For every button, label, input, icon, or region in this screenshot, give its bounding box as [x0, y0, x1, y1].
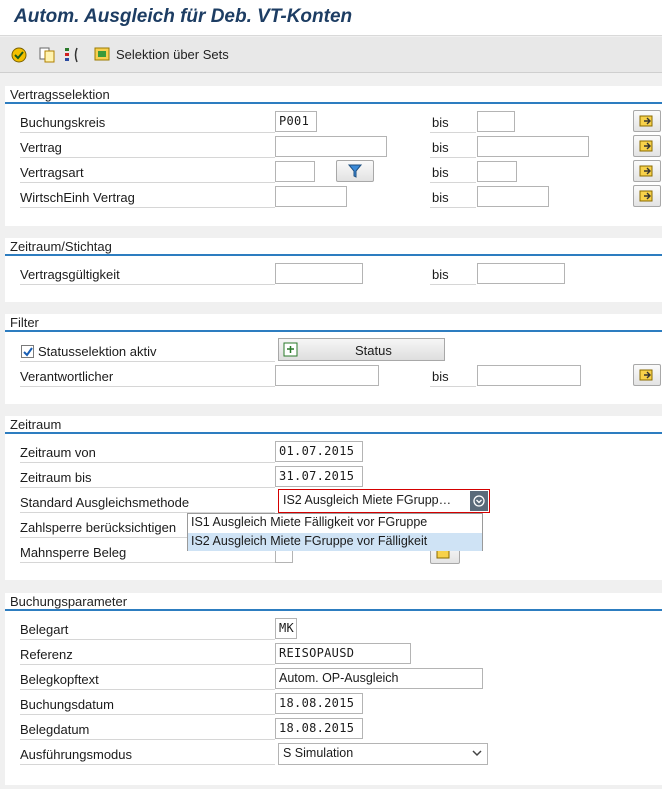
- statusselektion-checkbox[interactable]: [21, 345, 34, 358]
- belegdatum-input[interactable]: 18.08.2015: [275, 718, 363, 739]
- verantwortlicher-from-input[interactable]: [275, 365, 379, 386]
- arrow-right-icon: [639, 369, 653, 381]
- label-referenz: Referenz: [20, 644, 275, 665]
- label-vertragsgueltigkeit: Vertragsgültigkeit: [20, 264, 275, 285]
- arrow-right-icon: [639, 115, 653, 127]
- bis-label: bis: [430, 187, 476, 208]
- buchungsdatum-input[interactable]: 18.08.2015: [275, 693, 363, 714]
- vertrag-to-input[interactable]: [477, 136, 589, 157]
- group-header: Zeitraum/Stichtag: [5, 238, 662, 256]
- ausgleichsmethode-options: IS1 Ausgleich Miete Fälligkeit vor FGrup…: [187, 513, 483, 551]
- label-statusselektion: Statusselektion aktiv: [20, 341, 275, 362]
- zeitraum-bis-input[interactable]: 31.07.2015: [275, 466, 363, 487]
- option-is2[interactable]: IS2 Ausgleich Miete FGruppe vor Fälligke…: [188, 533, 482, 551]
- label-zeitraum-von: Zeitraum von: [20, 442, 275, 463]
- arrow-right-icon: [639, 165, 653, 177]
- vertragsgueltigkeit-from-input[interactable]: [275, 263, 363, 284]
- zeitraum-von-input[interactable]: 01.07.2015: [275, 441, 363, 462]
- vertragsgueltigkeit-to-input[interactable]: [477, 263, 565, 284]
- label-buchungsdatum: Buchungsdatum: [20, 694, 275, 715]
- toolbar: Selektion über Sets: [0, 37, 662, 73]
- multiple-selection-button[interactable]: [633, 364, 661, 386]
- group-header: Vertragsselektion: [5, 86, 662, 104]
- selection-options-icon[interactable]: [64, 46, 82, 64]
- bis-label: bis: [430, 162, 476, 183]
- multiple-selection-button[interactable]: [633, 185, 661, 207]
- sets-icon[interactable]: [94, 46, 112, 64]
- option-is1[interactable]: IS1 Ausgleich Miete Fälligkeit vor FGrup…: [188, 514, 482, 532]
- belegart-input[interactable]: MK: [275, 618, 297, 639]
- vertrag-from-input[interactable]: [275, 136, 387, 157]
- group-filter: Filter Statusselektion aktiv Status Vera…: [5, 314, 662, 404]
- vertragsart-to-input[interactable]: [477, 161, 517, 182]
- multiple-selection-button[interactable]: [633, 160, 661, 182]
- group-buchungsparameter: Buchungsparameter Belegart MK Referenz R…: [5, 593, 662, 785]
- chevron-down-icon[interactable]: [470, 491, 488, 511]
- arrow-right-icon: [639, 190, 653, 202]
- bis-label: bis: [430, 112, 476, 133]
- label-vertrag: Vertrag: [20, 137, 275, 158]
- label-belegart: Belegart: [20, 619, 275, 640]
- group-zeitraum-stichtag: Zeitraum/Stichtag Vertragsgültigkeit bis: [5, 238, 662, 302]
- execute-icon[interactable]: [10, 46, 28, 64]
- label-vertragsart: Vertragsart: [20, 162, 275, 183]
- label-belegkopftext: Belegkopftext: [20, 669, 275, 690]
- page-title: Autom. Ausgleich für Deb. VT-Konten: [14, 6, 353, 27]
- label-verantwortlicher: Verantwortlicher: [20, 366, 275, 387]
- copy-variant-icon[interactable]: [38, 46, 56, 64]
- multiple-selection-button[interactable]: [633, 135, 661, 157]
- vertragsart-from-input[interactable]: [275, 161, 315, 182]
- label-ausfuehrungsmodus: Ausführungsmodus: [20, 744, 275, 765]
- title-bar: Autom. Ausgleich für Deb. VT-Konten: [0, 0, 662, 36]
- ausgleichsmethode-dropdown[interactable]: IS2 Ausgleich Miete FGrupp…: [278, 489, 490, 513]
- group-vertragsselektion: Vertragsselektion Buchungskreis P001 bis…: [5, 86, 662, 226]
- belegkopftext-input[interactable]: Autom. OP-Ausgleich: [275, 668, 483, 689]
- group-zeitraum: Zeitraum Zeitraum von 01.07.2015 Zeitrau…: [5, 416, 662, 580]
- label-wirtscheinh: WirtschEinh Vertrag: [20, 187, 275, 208]
- wirtscheinh-to-input[interactable]: [477, 186, 549, 207]
- buchungskreis-to-input[interactable]: [477, 111, 515, 132]
- group-header: Filter: [5, 314, 662, 332]
- bis-label: bis: [430, 137, 476, 158]
- group-header: Buchungsparameter: [5, 593, 662, 611]
- multiple-selection-button[interactable]: [633, 110, 661, 132]
- bis-label: bis: [430, 366, 476, 387]
- label-belegdatum: Belegdatum: [20, 719, 275, 740]
- label-ausgleichsmethode: Standard Ausgleichsmethode: [20, 492, 275, 513]
- status-icon: [283, 342, 298, 357]
- filter-icon: [347, 164, 363, 178]
- status-button[interactable]: Status: [278, 338, 445, 361]
- bis-label: bis: [430, 264, 476, 285]
- referenz-input[interactable]: REISOPAUSD: [275, 643, 411, 664]
- label-zeitraum-bis: Zeitraum bis: [20, 467, 275, 488]
- verantwortlicher-to-input[interactable]: [477, 365, 581, 386]
- wirtscheinh-from-input[interactable]: [275, 186, 347, 207]
- buchungskreis-from-input[interactable]: P001: [275, 111, 317, 132]
- filter-button[interactable]: [336, 160, 374, 182]
- checkmark-icon: [23, 347, 33, 357]
- label-buchungskreis: Buchungskreis: [20, 112, 275, 133]
- arrow-right-icon: [639, 140, 653, 152]
- chevron-down-icon[interactable]: [472, 746, 482, 763]
- ausfuehrungsmodus-select[interactable]: S Simulation: [278, 743, 488, 765]
- group-header: Zeitraum: [5, 416, 662, 434]
- sets-button-label[interactable]: Selektion über Sets: [116, 47, 229, 62]
